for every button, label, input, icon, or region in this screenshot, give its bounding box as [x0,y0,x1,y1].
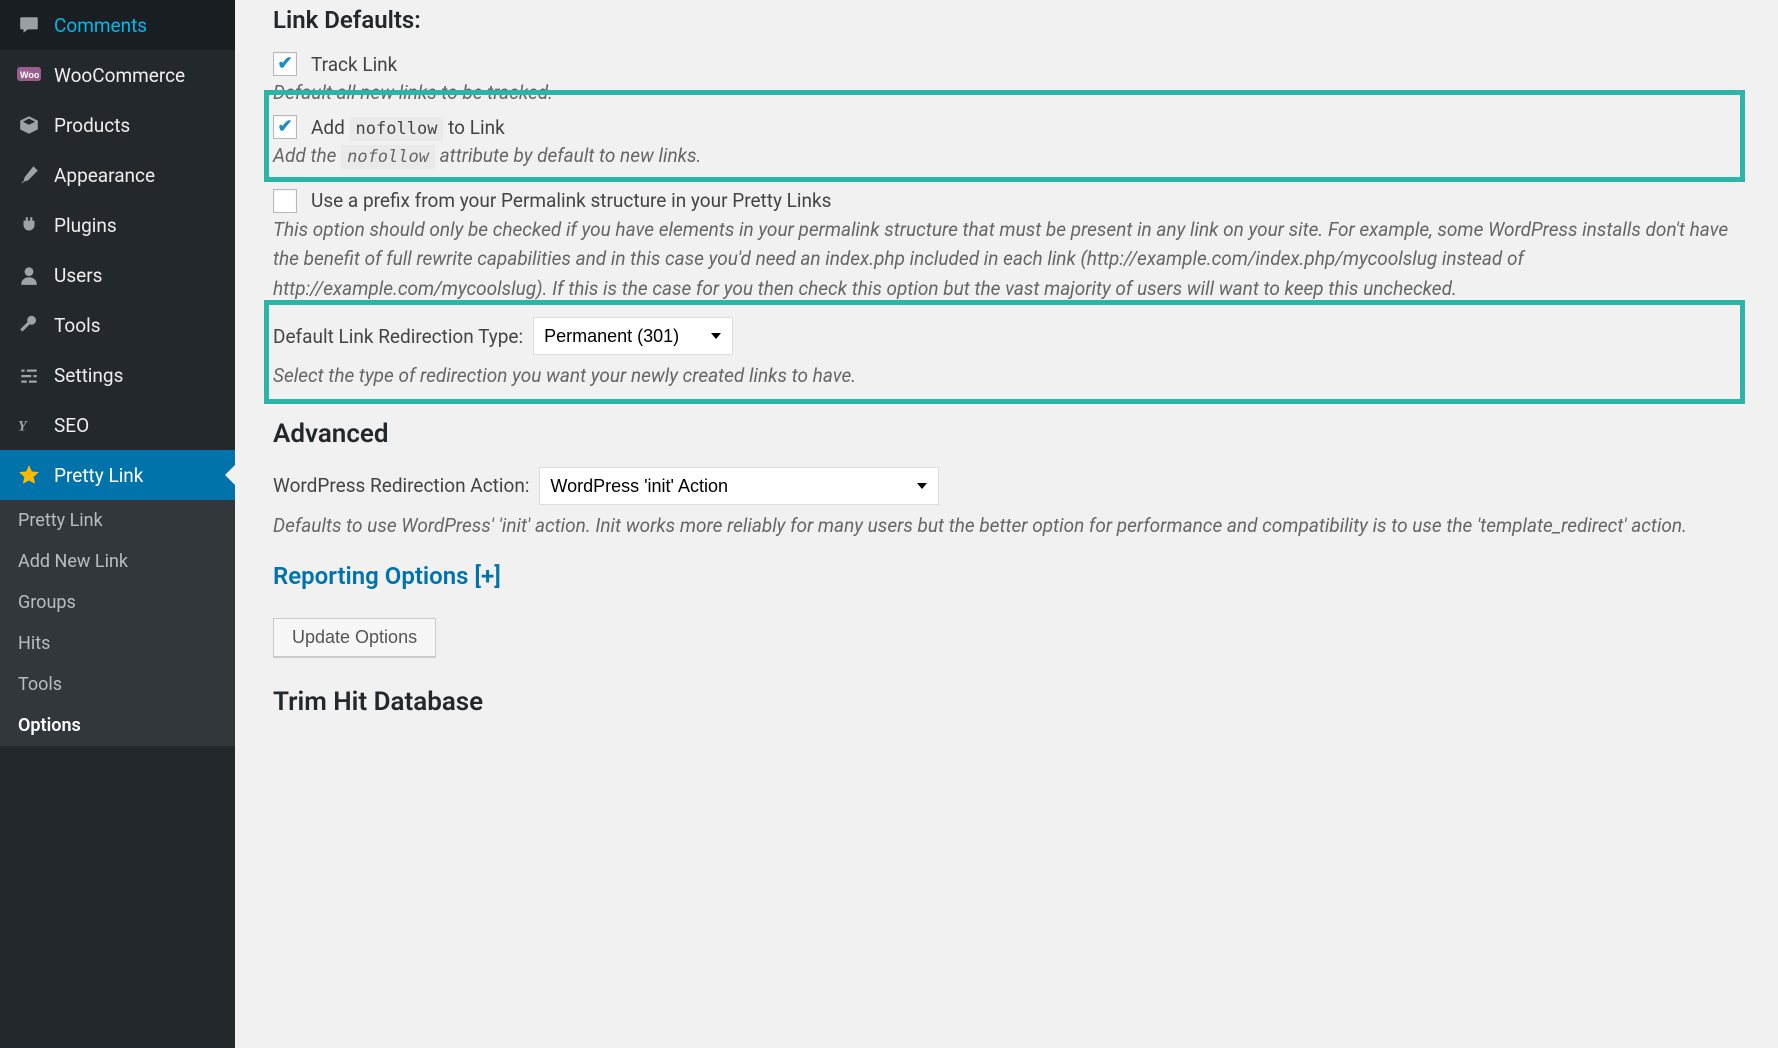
redirection-type-highlight: Default Link Redirection Type: Permanent… [267,303,1742,400]
sidebar-item-products[interactable]: Products [0,100,235,150]
wp-action-select[interactable]: WordPress 'init' Action [539,467,939,505]
comment-icon [16,12,42,38]
sidebar-item-label: Products [54,114,130,137]
sidebar-item-users[interactable]: Users [0,250,235,300]
sidebar-item-appearance[interactable]: Appearance [0,150,235,200]
submenu-item-groups[interactable]: Groups [0,582,235,623]
nofollow-checkbox[interactable] [273,115,297,139]
redirection-type-select[interactable]: Permanent (301) [533,317,733,355]
sidebar-item-plugins[interactable]: Plugins [0,200,235,250]
main-content: Link Defaults: Track Link Default all ne… [235,0,1778,1048]
woo-icon: Woo [16,62,42,88]
star-icon [16,462,42,488]
redirection-type-label: Default Link Redirection Type: [273,325,523,348]
track-link-label: Track Link [311,53,397,76]
prefix-label: Use a prefix from your Permalink structu… [311,189,831,212]
prefix-option: Use a prefix from your Permalink structu… [273,189,1736,303]
sidebar-item-label: Comments [54,14,147,37]
sidebar-item-label: Appearance [54,164,155,187]
sidebar-item-seo[interactable]: Y SEO [0,400,235,450]
nofollow-label: Add nofollow to Link [311,116,505,139]
svg-text:Y: Y [18,419,28,435]
seo-icon: Y [16,412,42,438]
sidebar-item-label: Users [54,264,102,287]
sidebar-item-label: Settings [54,364,123,387]
sidebar-item-tools[interactable]: Tools [0,300,235,350]
wp-action-row: WordPress Redirection Action: WordPress … [273,467,1736,505]
sliders-icon [16,362,42,388]
box-icon [16,112,42,138]
wp-action-label: WordPress Redirection Action: [273,474,529,497]
admin-sidebar: Comments Woo WooCommerce Products Appear… [0,0,235,1048]
sidebar-item-label: Plugins [54,214,117,237]
prefix-desc: This option should only be checked if yo… [273,215,1736,303]
sidebar-item-label: Pretty Link [54,464,143,487]
user-icon [16,262,42,288]
sidebar-item-woocommerce[interactable]: Woo WooCommerce [0,50,235,100]
sidebar-item-pretty-link[interactable]: Pretty Link [0,450,235,500]
sidebar-item-label: SEO [54,414,89,437]
update-options-button[interactable]: Update Options [273,618,436,657]
wp-action-desc: Defaults to use WordPress' 'init' action… [273,511,1736,540]
submenu-item-pretty-link[interactable]: Pretty Link [0,500,235,541]
wrench-icon [16,312,42,338]
track-link-checkbox[interactable] [273,52,297,76]
brush-icon [16,162,42,188]
nofollow-desc: Add the nofollow attribute by default to… [273,141,1736,170]
sidebar-submenu: Pretty Link Add New Link Groups Hits Too… [0,500,235,746]
sidebar-item-settings[interactable]: Settings [0,350,235,400]
advanced-heading: Advanced [273,419,1736,449]
redirection-type-desc: Select the type of redirection you want … [273,361,1736,390]
sidebar-item-comments[interactable]: Comments [0,0,235,50]
submenu-item-options[interactable]: Options [0,705,235,746]
prefix-checkbox[interactable] [273,189,297,213]
link-defaults-heading: Link Defaults: [273,6,1736,34]
plug-icon [16,212,42,238]
submenu-item-tools[interactable]: Tools [0,664,235,705]
sidebar-item-label: Tools [54,314,101,337]
trim-hit-database-heading: Trim Hit Database [273,687,1736,717]
svg-text:Woo: Woo [20,70,40,80]
submenu-item-add-new-link[interactable]: Add New Link [0,541,235,582]
reporting-options-toggle[interactable]: Reporting Options [+] [273,562,1736,590]
sidebar-item-label: WooCommerce [54,64,185,87]
submenu-item-hits[interactable]: Hits [0,623,235,664]
